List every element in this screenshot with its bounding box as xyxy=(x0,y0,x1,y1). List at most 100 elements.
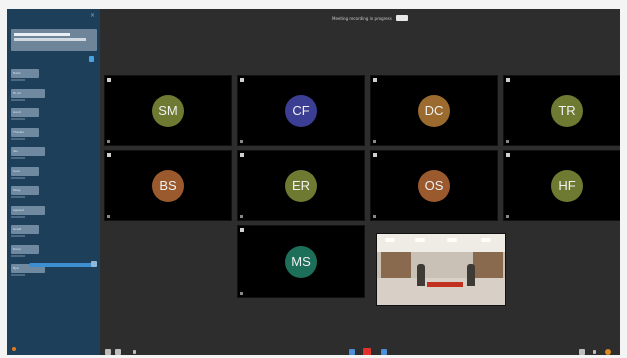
send-icon[interactable] xyxy=(91,261,97,267)
participant-tile[interactable]: HF xyxy=(503,150,620,221)
meeting-header: Meeting recording in progress xyxy=(332,15,408,21)
meeting-window: × Hello Hi all Good Thanks Yes Sure Okay Agreed… xyxy=(7,9,620,355)
chat-message-text: Good xyxy=(11,108,39,117)
participants-icon[interactable] xyxy=(579,349,585,355)
share-ceiling xyxy=(377,234,505,252)
share-lamp xyxy=(447,238,457,242)
chat-message: Done xyxy=(11,244,97,257)
chat-message-meta xyxy=(11,176,25,179)
chat-panel: × Hello Hi all Good Thanks Yes Sure Okay Agreed… xyxy=(7,9,100,355)
participant-tile[interactable]: ER xyxy=(237,150,365,221)
participant-mic-icon xyxy=(240,292,243,295)
share-lamp xyxy=(481,238,491,242)
pin-participant-icon[interactable] xyxy=(373,153,377,157)
pin-participant-icon[interactable] xyxy=(240,228,244,232)
participant-mic-icon xyxy=(373,140,376,143)
participant-mic-icon xyxy=(240,215,243,218)
participant-mic-icon xyxy=(107,140,110,143)
layout-icon[interactable] xyxy=(115,349,121,355)
share-shelf xyxy=(473,252,503,278)
participant-tile[interactable]: CF xyxy=(237,75,365,146)
pin-participant-icon[interactable] xyxy=(373,78,377,82)
chat-message-meta xyxy=(11,79,25,81)
recording-badge[interactable] xyxy=(395,15,408,21)
chat-message: Sure xyxy=(11,166,97,179)
share-lamp xyxy=(385,238,395,242)
chat-message-text: Hello xyxy=(11,69,39,78)
pin-participant-icon[interactable] xyxy=(506,78,510,82)
pin-participant-icon[interactable] xyxy=(506,153,510,157)
participant-avatar: BS xyxy=(152,169,184,202)
share-banner xyxy=(427,282,463,287)
chat-message: Great xyxy=(11,225,97,237)
pin-participant-icon[interactable] xyxy=(240,78,244,82)
pin-participant-icon[interactable] xyxy=(107,78,111,82)
chat-message-list: Hello Hi all Good Thanks Yes Sure Okay Agreed Gr… xyxy=(11,69,97,284)
grid-view-icon[interactable] xyxy=(105,349,111,355)
end-call-button[interactable] xyxy=(363,348,371,355)
chat-message-meta xyxy=(11,235,25,237)
chat-message-text: Agreed xyxy=(11,205,45,215)
participant-avatar: SM xyxy=(152,94,184,127)
chat-message-text: Yes xyxy=(11,147,45,156)
more-icon[interactable] xyxy=(133,350,136,354)
participant-mic-icon xyxy=(240,140,243,143)
pinned-message-detail xyxy=(14,38,86,41)
participant-tile[interactable]: TR xyxy=(503,75,620,146)
chat-message: Hi all xyxy=(11,88,97,101)
chat-input[interactable] xyxy=(29,263,95,267)
pinned-message xyxy=(11,29,97,51)
chat-message-text: Hi all xyxy=(11,88,45,98)
participant-mic-icon xyxy=(373,215,376,218)
participant-avatar: HF xyxy=(551,169,583,202)
participant-tile[interactable]: DC xyxy=(370,75,498,146)
pin-participant-icon[interactable] xyxy=(107,153,111,157)
chat-message-meta xyxy=(11,118,25,120)
chat-message: Thanks xyxy=(11,127,97,140)
pin-icon[interactable] xyxy=(89,56,94,62)
participant-avatar: TR xyxy=(551,94,583,127)
share-lamp xyxy=(415,238,425,242)
participant-mic-icon xyxy=(107,215,110,218)
chat-message-text: Okay xyxy=(11,186,39,195)
participant-tile[interactable]: BS xyxy=(104,150,232,221)
chat-message-text: Thanks xyxy=(11,127,39,137)
participant-tile[interactable]: OS xyxy=(370,150,498,221)
participant-avatar: CF xyxy=(285,94,317,127)
share-shelf xyxy=(381,252,411,278)
screen-share-tile[interactable] xyxy=(376,233,506,306)
share-person xyxy=(467,264,475,286)
chat-message: Agreed xyxy=(11,205,97,218)
chat-message: Okay xyxy=(11,186,97,198)
chat-message: Good xyxy=(11,108,97,120)
chat-message-meta xyxy=(11,157,25,159)
participant-tile[interactable]: MS xyxy=(237,225,365,298)
close-chat-icon[interactable]: × xyxy=(90,12,97,19)
participant-mic-icon xyxy=(506,215,509,218)
mic-icon[interactable] xyxy=(349,349,355,355)
chat-message-text: Sure xyxy=(11,166,39,176)
notification-icon[interactable] xyxy=(12,347,16,351)
share-person xyxy=(417,264,425,286)
chat-message-meta xyxy=(11,274,25,276)
chat-message-text: Great xyxy=(11,225,39,234)
chat-message-meta xyxy=(11,196,25,198)
participant-avatar: DC xyxy=(418,94,450,127)
participant-avatar: OS xyxy=(418,169,450,202)
chat-message-meta xyxy=(11,254,25,257)
chat-message: Yes xyxy=(11,147,97,159)
settings-icon[interactable] xyxy=(593,350,596,354)
participant-avatar: ER xyxy=(285,169,317,202)
reactions-icon[interactable] xyxy=(605,349,611,355)
chat-message: Hello xyxy=(11,69,97,81)
chat-message-meta xyxy=(11,215,25,218)
chat-message-meta xyxy=(11,137,25,140)
chat-message-text: Done xyxy=(11,244,39,254)
camera-icon[interactable] xyxy=(381,349,387,355)
meeting-title: Meeting recording in progress xyxy=(332,15,392,21)
participant-mic-icon xyxy=(506,140,509,143)
pinned-message-text xyxy=(14,33,70,36)
pin-participant-icon[interactable] xyxy=(240,153,244,157)
participant-avatar: MS xyxy=(285,245,317,278)
participant-tile[interactable]: SM xyxy=(104,75,232,146)
